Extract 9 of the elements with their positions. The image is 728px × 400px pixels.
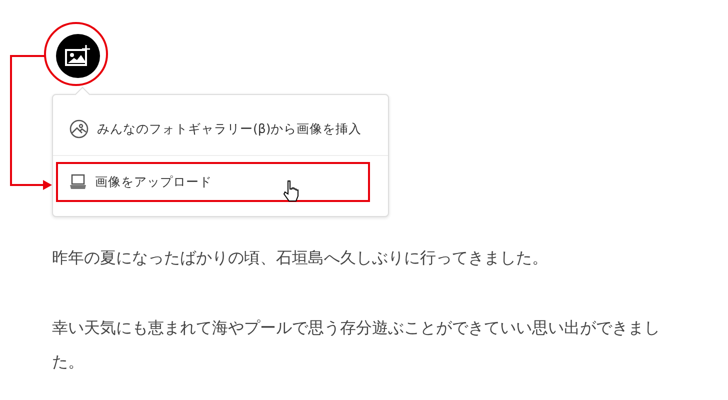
menu-item[interactable]: 画像をアップロード	[56, 162, 370, 202]
picture-icon	[69, 119, 89, 139]
insert-image-button[interactable]	[56, 34, 100, 78]
paragraph: 幸い天気にも恵まれて海やプールで思う存分遊ぶことができていい思い出ができました。	[52, 317, 661, 373]
menu-item[interactable]: みんなのフォトギャラリー(β)から画像を挿入	[53, 105, 388, 153]
image-add-icon	[65, 45, 91, 67]
paragraph: 昨年の夏になったばかりの頃、石垣島へ久しぶりに行ってきました。	[52, 247, 549, 269]
hand-cursor-icon	[283, 180, 299, 202]
laptop-icon	[69, 174, 87, 190]
